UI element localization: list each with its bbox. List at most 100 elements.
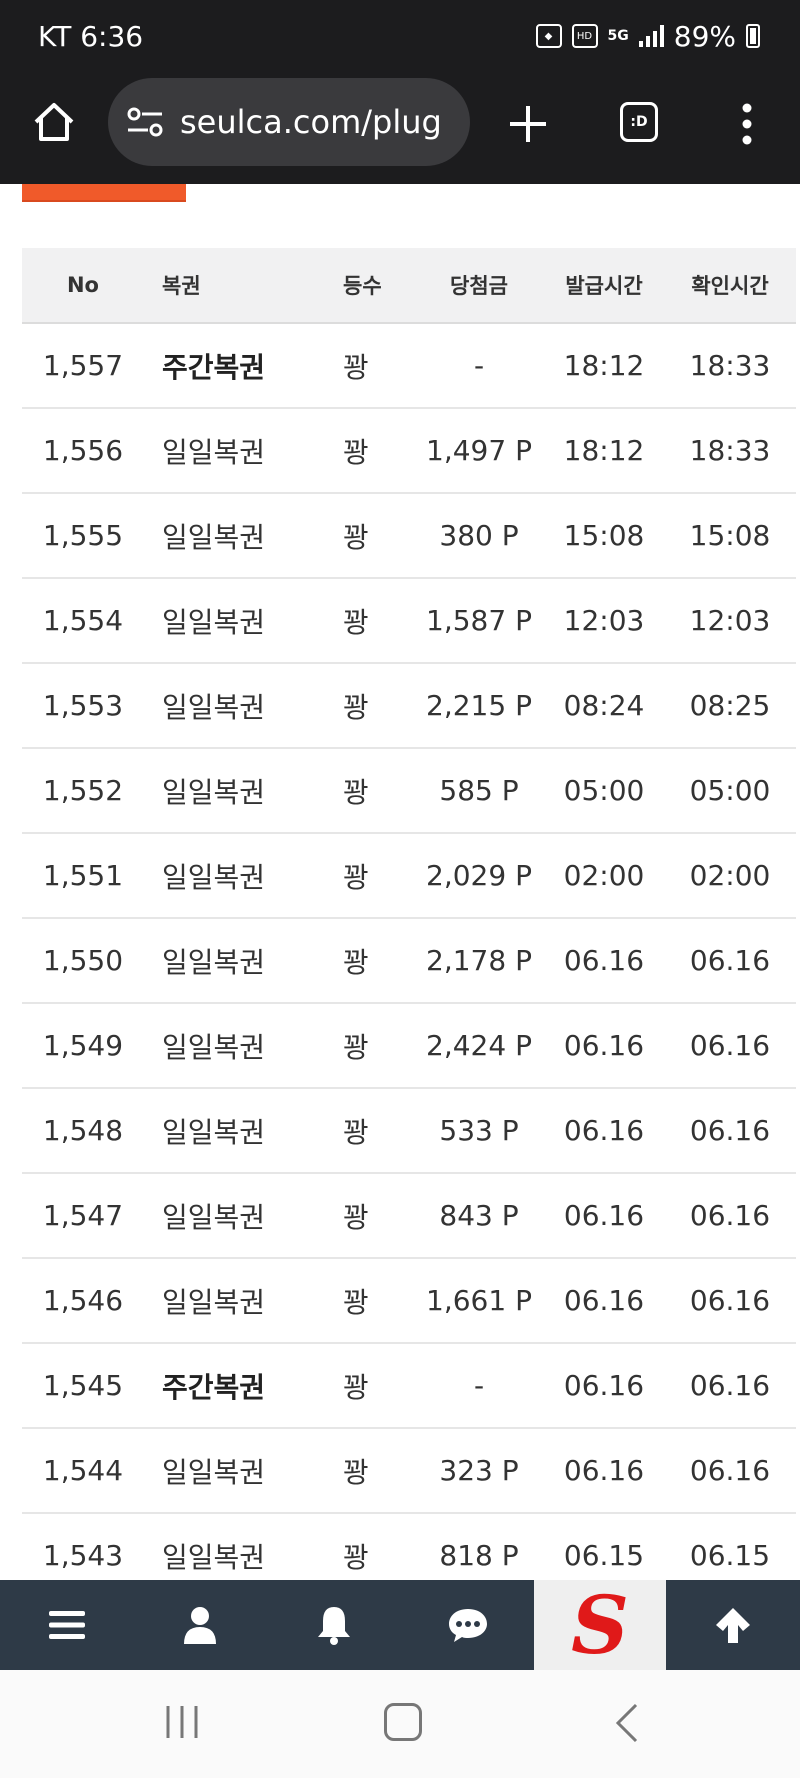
row-type: 일일복권 — [144, 493, 321, 579]
row-issued-time: 12:03 — [544, 578, 664, 664]
row-issued-time: 06.16 — [544, 918, 664, 1004]
bottom-nav-bar: S — [0, 1580, 800, 1670]
row-issued-time: 06.16 — [544, 1343, 664, 1429]
arrow-up-icon — [716, 1608, 751, 1643]
row-rank: 꽝 — [321, 1173, 414, 1259]
row-prize: 2,178 P — [414, 918, 544, 1004]
hd-voice-icon: HD — [571, 24, 598, 48]
header-checked: 확인시간 — [664, 248, 796, 324]
table-row: 1,556 일일복권 꽝 1,497 P 18:12 18:33 — [22, 408, 796, 494]
row-prize: - — [414, 1343, 544, 1429]
lottery-history-table: No 복권 등수 당첨금 발급시간 확인시간 1,557 주간복권 꽝 -18:12 1… — [22, 248, 796, 1599]
row-issued-time: 18:12 — [544, 323, 664, 409]
row-prize: 1,661 P — [414, 1258, 544, 1344]
table-row: 1,557 주간복권 꽝 -18:12 18:33 — [22, 323, 796, 409]
row-prize: 533 P — [414, 1088, 544, 1174]
home-button-icon[interactable] — [384, 1703, 422, 1741]
site-logo-button[interactable]: S — [534, 1580, 667, 1670]
row-prize: 585 P — [414, 748, 544, 834]
row-issued-time: 06.16 — [544, 1173, 664, 1259]
signal-icon — [638, 25, 664, 47]
chat-icon — [448, 1609, 487, 1642]
recent-apps-icon[interactable] — [162, 1704, 202, 1740]
row-rank: 꽝 — [321, 1343, 414, 1429]
row-type: 일일복권 — [144, 918, 321, 1004]
table-row: 1,547 일일복권 꽝 843 P 06.16 06.16 — [22, 1173, 796, 1259]
row-checked-time: 18:33 — [664, 408, 796, 494]
table-row: 1,549 일일복권 꽝 2,424 P 06.16 06.16 — [22, 1003, 796, 1089]
new-tab-icon[interactable] — [506, 102, 550, 146]
row-type: 일일복권 — [144, 1088, 321, 1174]
row-no: 1,554 — [22, 578, 144, 664]
tab-switcher-button[interactable]: :D — [620, 102, 658, 142]
row-rank: 꽝 — [321, 1003, 414, 1089]
user-icon — [184, 1607, 217, 1644]
browser-toolbar: seulca.com/plug :D — [0, 72, 800, 184]
row-issued-time: 02:00 — [544, 833, 664, 919]
row-prize: 2,029 P — [414, 833, 544, 919]
row-issued-time: 06.16 — [544, 1258, 664, 1344]
menu-icon — [48, 1611, 85, 1639]
table-row: 1,548 일일복권 꽝 533 P 06.16 06.16 — [22, 1088, 796, 1174]
row-rank: 꽝 — [321, 748, 414, 834]
row-prize: 1,497 P — [414, 408, 544, 494]
active-tab-indicator — [22, 184, 186, 202]
row-rank: 꽝 — [321, 578, 414, 664]
network-type: 5G — [607, 28, 629, 44]
more-options-icon[interactable] — [740, 102, 754, 146]
header-type: 복권 — [144, 248, 321, 324]
row-rank: 꽝 — [321, 493, 414, 579]
row-checked-time: 18:33 — [664, 323, 796, 409]
row-rank: 꽝 — [321, 1088, 414, 1174]
chat-button[interactable] — [401, 1580, 535, 1670]
status-icons: ◆ HD 5G 89% — [535, 20, 760, 53]
row-type: 일일복권 — [144, 1258, 321, 1344]
battery-icon — [746, 24, 760, 48]
row-no: 1,545 — [22, 1343, 144, 1429]
site-settings-icon[interactable] — [126, 105, 164, 139]
profile-button[interactable] — [134, 1580, 268, 1670]
row-checked-time: 06.16 — [664, 1003, 796, 1089]
back-icon[interactable] — [614, 1702, 640, 1744]
row-rank: 꽝 — [321, 663, 414, 749]
row-no: 1,552 — [22, 748, 144, 834]
row-rank: 꽝 — [321, 323, 414, 409]
row-checked-time: 06.16 — [664, 1258, 796, 1344]
row-rank: 꽝 — [321, 918, 414, 1004]
row-type: 일일복권 — [144, 578, 321, 664]
row-checked-time: 02:00 — [664, 833, 796, 919]
header-prize: 당첨금 — [414, 248, 544, 324]
row-no: 1,551 — [22, 833, 144, 919]
row-issued-time: 18:12 — [544, 408, 664, 494]
home-icon[interactable] — [30, 98, 78, 146]
row-checked-time: 06.16 — [664, 1088, 796, 1174]
row-prize: 843 P — [414, 1173, 544, 1259]
scroll-top-button[interactable] — [666, 1580, 800, 1670]
notification-button[interactable] — [267, 1580, 401, 1670]
row-type: 일일복권 — [144, 408, 321, 494]
row-checked-time: 06.16 — [664, 1428, 796, 1514]
menu-button[interactable] — [0, 1580, 134, 1670]
row-no: 1,544 — [22, 1428, 144, 1514]
address-bar[interactable]: seulca.com/plug — [108, 78, 470, 166]
carrier-time: KT 6:36 — [38, 19, 144, 53]
row-checked-time: 06.16 — [664, 1343, 796, 1429]
header-no: No — [22, 248, 144, 324]
row-checked-time: 06.16 — [664, 918, 796, 1004]
table-row: 1,555 일일복권 꽝 380 P 15:08 15:08 — [22, 493, 796, 579]
row-prize: - — [414, 323, 544, 409]
row-issued-time: 06.16 — [544, 1088, 664, 1174]
table-body: 1,557 주간복권 꽝 -18:12 18:33 1,556 일일복권 꽝 1,497 P 18… — [22, 323, 796, 1599]
row-no: 1,557 — [22, 323, 144, 409]
row-no: 1,550 — [22, 918, 144, 1004]
row-type: 일일복권 — [144, 1428, 321, 1514]
row-no: 1,556 — [22, 408, 144, 494]
row-type: 일일복권 — [144, 748, 321, 834]
row-checked-time: 06.16 — [664, 1173, 796, 1259]
row-no: 1,547 — [22, 1173, 144, 1259]
row-issued-time: 06.16 — [544, 1003, 664, 1089]
row-rank: 꽝 — [321, 833, 414, 919]
url-text: seulca.com/plug — [180, 103, 442, 141]
logo-letter: S — [571, 1587, 629, 1663]
row-no: 1,546 — [22, 1258, 144, 1344]
